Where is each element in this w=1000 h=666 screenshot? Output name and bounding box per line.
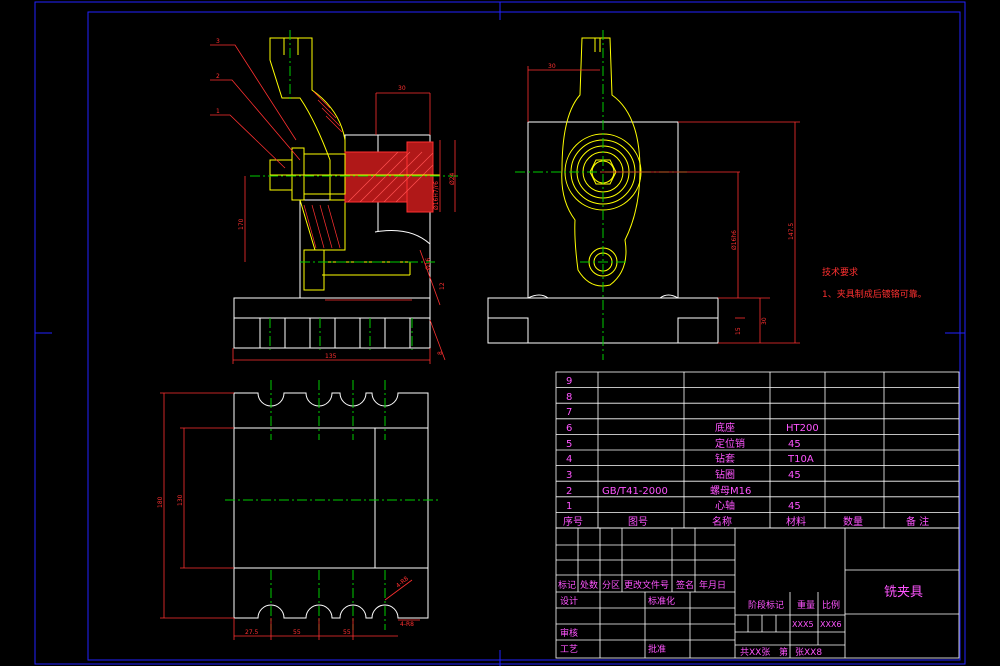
label-weight: 重量	[797, 599, 815, 611]
front-dim-fit: Ø16H7/r6	[433, 181, 440, 210]
front-base	[233, 297, 431, 349]
front-dim-170: 170	[238, 218, 245, 230]
parts-row-8-no: 8	[566, 392, 572, 403]
front-dim-8: 8	[437, 351, 444, 355]
balloon-3: 3	[216, 38, 220, 45]
rev-label-date: 年月日	[699, 579, 726, 591]
rev-label-doc: 更改文件号	[624, 579, 669, 591]
front-shaft	[344, 141, 434, 213]
scale-value: XXX6	[820, 620, 842, 629]
top-view: 180 130 27.5 55 55 4-R8 4-R8	[157, 380, 440, 640]
side-dims	[527, 66, 800, 344]
front-dim-d24: Ø24	[449, 172, 456, 185]
parts-header-no: 序号	[563, 515, 583, 528]
parts-row-1-name: 心轴	[715, 499, 735, 512]
rev-label-zone: 分区	[602, 580, 620, 591]
parts-row-4-material: T10A	[787, 454, 814, 465]
rev-label-sign: 签名	[676, 579, 694, 591]
side-view: 30 Ø16h6 147.5 30 15	[487, 30, 800, 360]
label-approve: 批准	[648, 643, 666, 655]
side-dim-147: 147.5	[788, 223, 795, 240]
parts-header-material: 材料	[786, 515, 806, 528]
front-view: 3 2 1 30 Ø16H7/r6 Ø24 Ø16 170 135 12 8	[210, 30, 460, 364]
parts-row-4-no: 4	[566, 454, 572, 465]
top-centerlines	[225, 380, 440, 630]
parts-row-5-material: 45	[788, 439, 801, 450]
parts-header-qty: 数量	[843, 515, 863, 528]
sheet-no: 张XX8	[795, 647, 822, 658]
engineering-drawing: 3 2 1 30 Ø16H7/r6 Ø24 Ø16 170 135 12 8 3…	[34, 1, 966, 666]
side-dim-30b: 30	[761, 317, 768, 325]
parts-row-5-name: 定位销	[715, 437, 745, 450]
label-scale: 比例	[822, 599, 840, 611]
side-dim-15: 15	[735, 327, 742, 335]
rev-label-count: 处数	[580, 579, 598, 591]
parts-header-drawing: 图号	[628, 516, 648, 528]
front-dim-12: 12	[439, 282, 446, 290]
parts-row-6-no: 6	[566, 423, 572, 434]
parts-row-3-name: 钻圈	[715, 468, 735, 481]
parts-header-name: 名称	[712, 515, 732, 528]
side-dim-fit: Ø16h6	[731, 230, 738, 250]
tech-req-title: 技术要求	[822, 266, 858, 278]
top-dim-55b: 55	[343, 629, 351, 636]
balloon-1: 1	[216, 108, 220, 115]
front-dim-d16: Ø16	[425, 257, 432, 270]
drawing-title: 铣夹具	[884, 585, 923, 600]
side-dim-30: 30	[548, 63, 556, 70]
side-arm	[561, 37, 642, 287]
parts-row-3-no: 3	[566, 470, 572, 481]
parts-row-6-material: HT200	[786, 423, 819, 434]
top-dim-55a: 55	[293, 629, 301, 636]
label-process: 工艺	[560, 644, 578, 655]
parts-row-1-material: 45	[788, 501, 801, 512]
top-dim-r8b: 4-R8	[400, 621, 414, 628]
tech-req-item-1: 1、夹具制成后镀铬可靠。	[822, 288, 927, 300]
parts-row-7-no: 7	[566, 407, 572, 418]
parts-row-2-name: 螺母M16	[710, 485, 751, 497]
drawing-frame	[34, 1, 966, 666]
top-dim-180: 180	[157, 496, 164, 508]
parts-row-3-material: 45	[788, 470, 801, 481]
sheet-no-label: 第	[779, 646, 788, 658]
top-dims	[160, 392, 420, 640]
parts-list: 9 8 7 6 底座 HT200 5 定位销 45 4 钻套 T10A 3 钻圈…	[555, 371, 960, 529]
top-dim-27: 27.5	[245, 629, 259, 636]
parts-row-2-drawing: GB/T41-2000	[602, 486, 668, 497]
balloon-2: 2	[216, 73, 220, 80]
side-centerlines	[515, 30, 690, 360]
parts-row-9-no: 9	[566, 376, 572, 387]
label-standardize: 标准化	[648, 595, 675, 607]
parts-row-5-no: 5	[566, 439, 572, 450]
title-block: 标记 处数 分区 更改文件号 签名 年月日 设计 标准化 审核 工艺 批准 阶段…	[555, 527, 960, 659]
front-dim-135: 135	[325, 353, 337, 360]
weight-value: XXX5	[792, 620, 814, 629]
label-design: 设计	[560, 595, 578, 607]
parts-header-note: 备 注	[906, 515, 929, 528]
top-dim-130: 130	[177, 494, 184, 506]
tech-requirements: 技术要求 1、夹具制成后镀铬可靠。	[822, 266, 927, 300]
label-review: 审核	[560, 627, 578, 639]
front-dim-30: 30	[398, 85, 406, 92]
rev-label-mark: 标记	[558, 579, 576, 591]
sheets-total: 共XX张	[740, 647, 770, 658]
parts-row-4-name: 钻套	[715, 452, 735, 465]
parts-row-6-name: 底座	[715, 421, 735, 434]
parts-row-1-no: 1	[566, 501, 572, 512]
parts-row-2-no: 2	[566, 486, 572, 497]
label-stage: 阶段标记	[748, 599, 784, 611]
